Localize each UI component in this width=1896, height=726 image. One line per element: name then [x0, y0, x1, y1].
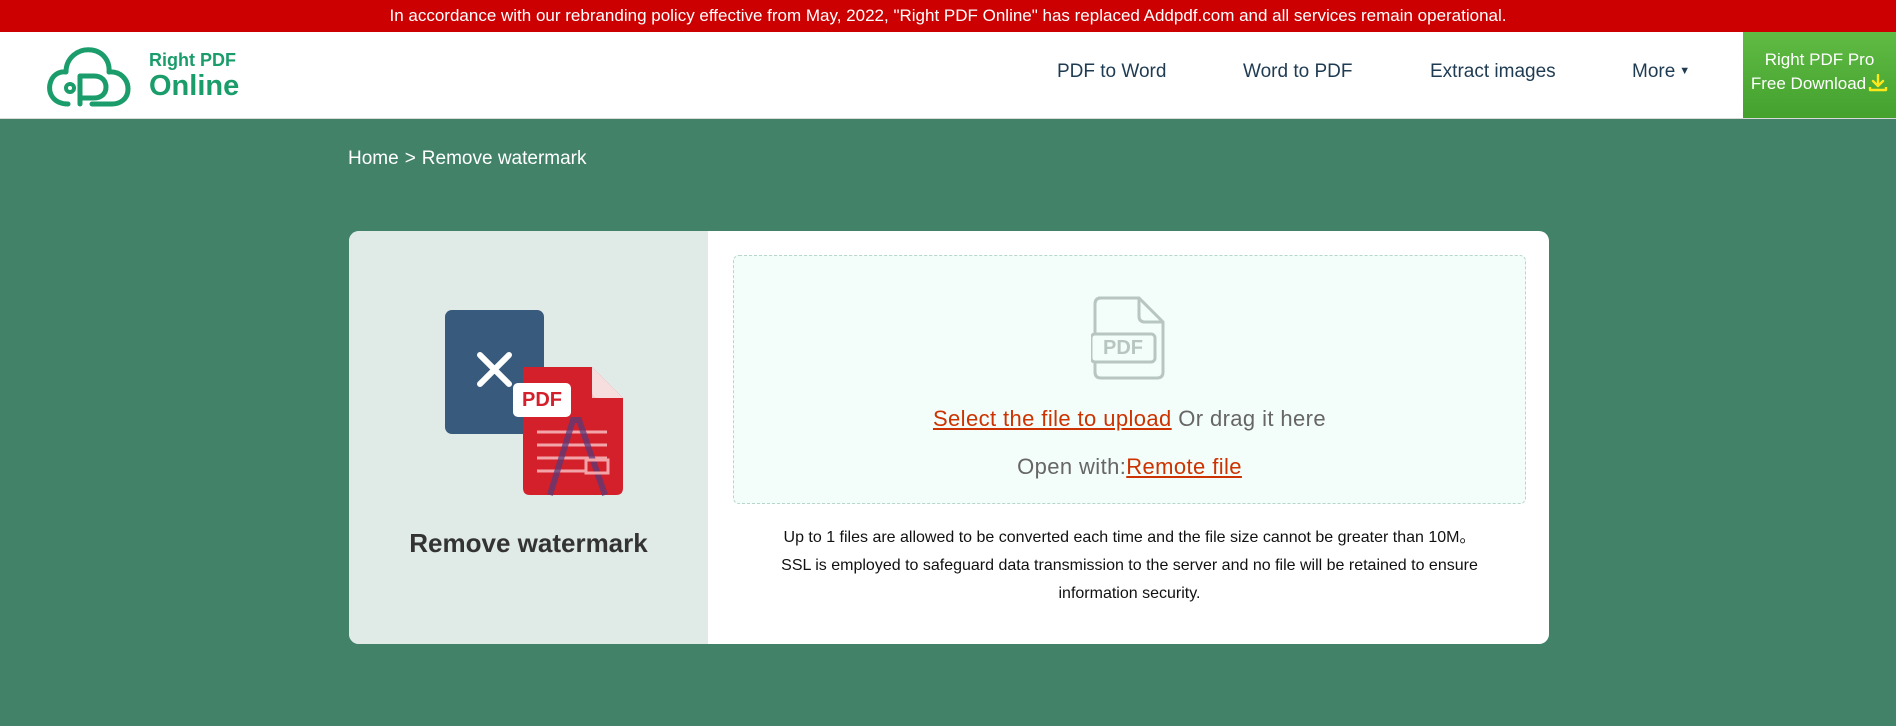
pdf-icon-label: PDF — [1103, 337, 1143, 359]
nav-word-to-pdf[interactable]: Word to PDF — [1243, 32, 1352, 111]
pro-button-line-2: Free Download — [1743, 72, 1896, 96]
info-line-3: information security. — [1058, 585, 1201, 602]
site-logo[interactable]: Right PDF Online — [46, 42, 246, 110]
pdf-badge: PDF — [522, 389, 562, 411]
info-line-2: SSL is employed to safeguard data transm… — [781, 557, 1478, 574]
drag-hint: Or drag it here — [1178, 406, 1327, 431]
breadcrumb: Home > Remove watermark — [348, 148, 587, 170]
nav-more-label: More — [1632, 61, 1676, 82]
select-file-link[interactable]: Select the file to upload — [933, 406, 1172, 431]
logo-line-1: Right PDF — [149, 50, 236, 70]
tool-title: Remove watermark — [409, 528, 648, 558]
breadcrumb-home[interactable]: Home — [348, 148, 399, 169]
pro-button-label: Free Download — [1750, 74, 1867, 93]
download-icon — [1868, 74, 1888, 92]
nav-extract-images[interactable]: Extract images — [1430, 32, 1556, 111]
nav-pdf-to-word[interactable]: PDF to Word — [1057, 32, 1166, 111]
open-with-label: Open with: — [1017, 454, 1127, 479]
pro-button-line-1: Right PDF Pro — [1764, 50, 1875, 69]
breadcrumb-separator: > — [404, 148, 416, 169]
rebranding-banner: In accordance with our rebranding policy… — [0, 0, 1896, 32]
remote-file-link[interactable]: Remote file — [1126, 454, 1242, 479]
logo-line-2: Online — [149, 70, 240, 102]
tool-card: PDF Remove watermark PDF Select the file… — [349, 231, 1549, 644]
logo-wordmark: Right PDF Online — [149, 51, 239, 101]
download-pro-button[interactable]: Right PDF Pro Free Download — [1743, 32, 1896, 118]
nav-more[interactable]: More ▼ — [1632, 32, 1690, 111]
tool-info-pane: PDF Remove watermark — [349, 231, 708, 644]
info-line-1: Up to 1 files are allowed to be converte… — [783, 529, 1476, 546]
upload-prompt: Select the file to upload Or drag it her… — [734, 406, 1525, 432]
breadcrumb-current: Remove watermark — [421, 148, 587, 169]
banner-text: In accordance with our rebranding policy… — [389, 6, 1507, 25]
file-drop-zone[interactable]: PDF Select the file to upload Or drag it… — [733, 255, 1526, 504]
pdf-file-icon: PDF — [1091, 296, 1167, 380]
remote-open-row: Open with:Remote file — [734, 454, 1525, 480]
site-header: Right PDF Online PDF to Word Word to PDF… — [0, 32, 1896, 119]
cloud-p-logo-icon — [47, 47, 131, 107]
caret-down-icon: ▼ — [1679, 65, 1691, 78]
upload-info: Up to 1 files are allowed to be converte… — [733, 524, 1526, 608]
